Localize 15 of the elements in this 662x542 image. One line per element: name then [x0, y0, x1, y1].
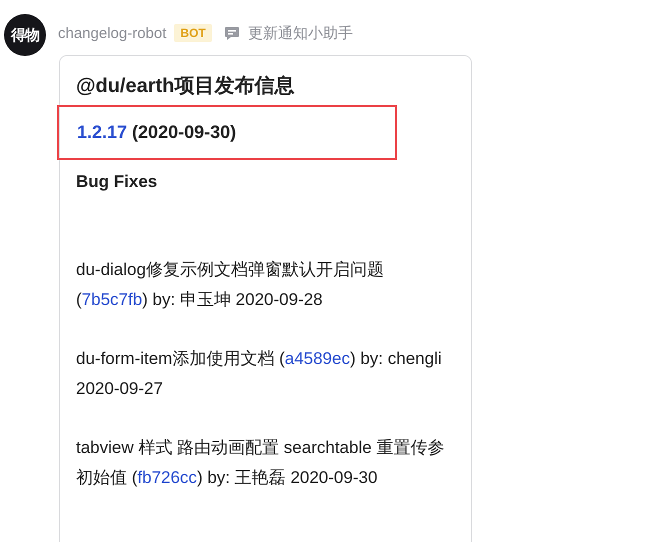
card-title: @du/earth项目发布信息: [76, 74, 296, 99]
message-icon: [224, 26, 240, 40]
bot-badge: BOT: [174, 24, 212, 42]
app-name: 更新通知小助手: [248, 24, 353, 42]
changelog-entry: du-form-item添加使用文档 (a4589ec) by: chengli 2020-09-27: [76, 348, 443, 400]
changelog-entry: tabview 样式 路由动画配置 searchtable 重置传参初始值 (fb726cc) by: 王艳磊 2020-09-30: [76, 437, 446, 489]
commit-link[interactable]: 7b5c7fb: [82, 290, 142, 309]
changelog-entry: du-dialog修复示例文档弹窗默认开启问题 (7b5c7fb) by: 申玉坤 2020-09-28: [76, 259, 385, 311]
commit-link[interactable]: a4589ec: [284, 349, 350, 368]
avatar: 得物: [4, 14, 46, 56]
version-link[interactable]: 1.2.17: [77, 122, 128, 142]
sender-name: changelog-robot: [58, 24, 166, 42]
version-date: (2020-09-30): [132, 122, 236, 142]
section-heading: Bug Fixes: [76, 172, 158, 192]
commit-link[interactable]: fb726cc: [137, 468, 197, 487]
